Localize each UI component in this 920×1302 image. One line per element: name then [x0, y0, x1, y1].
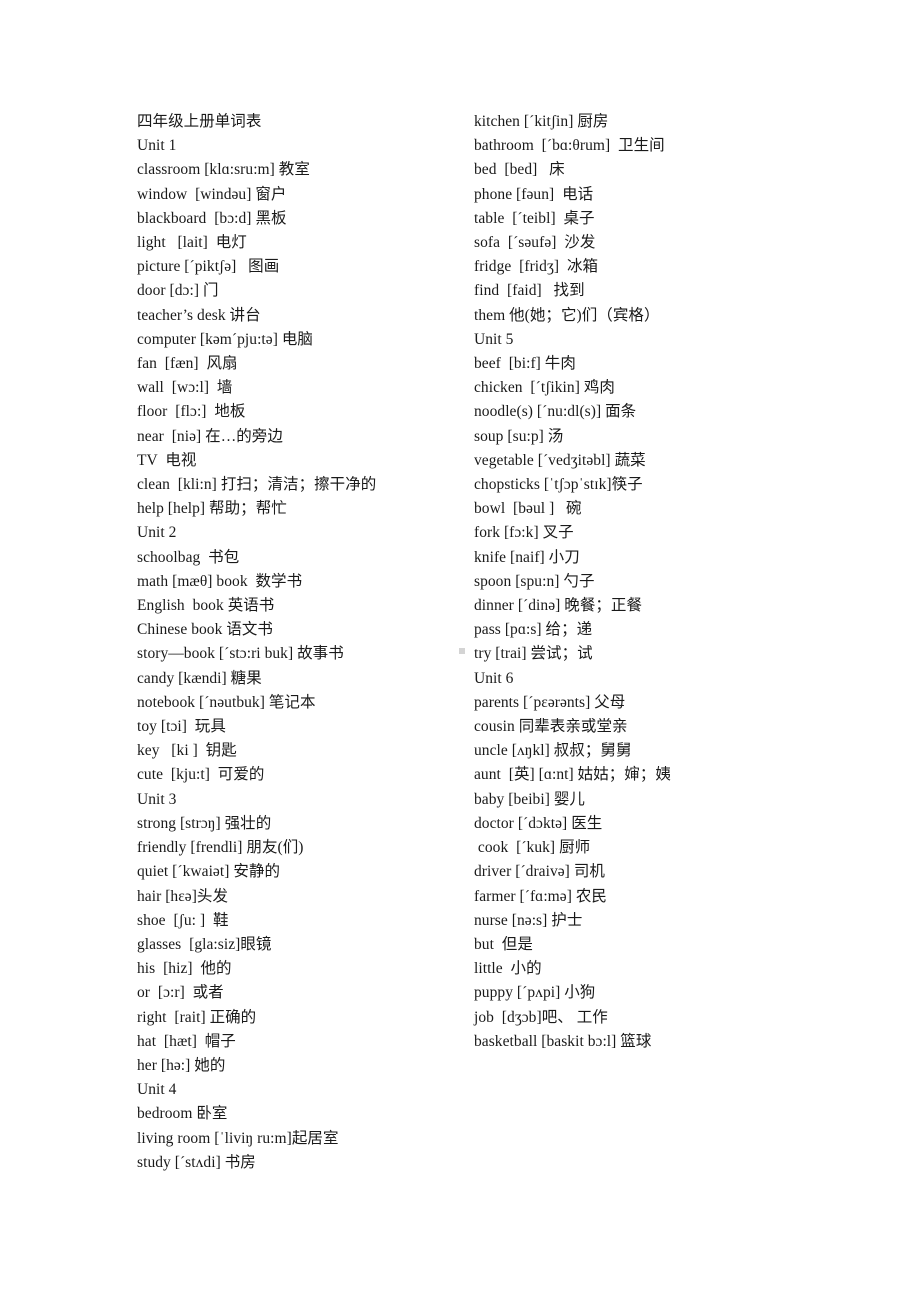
list-item: bedroom 卧室 — [137, 1105, 228, 1123]
list-item: schoolbag 书包 — [137, 548, 240, 566]
list-item: story—book [ˊstɔ:ri buk] 故事书 — [137, 645, 344, 663]
list-item: quiet [ˊkwaiət] 安静的 — [137, 863, 280, 881]
list-item: phone [fəun] 电话 — [474, 185, 594, 203]
list-item: glasses [gla:siz]眼镜 — [137, 935, 272, 953]
list-item: baby [beibi] 婴儿 — [474, 790, 585, 808]
list-item: window [windəu] 窗户 — [137, 185, 287, 203]
vocabulary-list-columns: 四年级上册单词表 Unit 1 classroom [klɑ:sru:m] 教室… — [137, 110, 837, 1175]
list-item: friendly [frendli] 朋友(们) — [137, 839, 304, 857]
list-item: kitchen [ˊkitʃin] 厨房 — [474, 113, 609, 130]
list-item: doctor [ˊdɔktə] 医生 — [474, 814, 603, 832]
list-item: cook [ˊkuk] 厨师 — [474, 839, 591, 857]
list-item: English book 英语书 — [137, 597, 275, 615]
list-item: key [ki ] 钥匙 — [137, 742, 237, 760]
list-item: sofa [ˊsəufə] 沙发 — [474, 234, 596, 252]
list-item: her [hə:] 她的 — [137, 1056, 226, 1074]
list-item: beef [bi:f] 牛肉 — [474, 355, 576, 373]
list-item: Unit 5 — [474, 330, 514, 348]
list-item: Unit 4 — [137, 1081, 177, 1099]
list-item: farmer [ˊfɑ:mə] 农民 — [474, 887, 607, 905]
list-item: his [hiz] 他的 — [137, 960, 232, 978]
list-item: right [rait] 正确的 — [137, 1008, 257, 1026]
list-item: parents [ˊpɛərənts] 父母 — [474, 693, 626, 711]
list-item: classroom [klɑ:sru:m] 教室 — [137, 161, 310, 179]
list-item: bed [bed] 床 — [474, 161, 565, 179]
list-item: try [trai] 尝试；试 — [474, 645, 593, 663]
list-item: wall [wɔ:l] 墙 — [137, 379, 233, 397]
list-item: soup [su:p] 汤 — [474, 427, 564, 445]
list-item: hair [hɛə]头发 — [137, 887, 229, 905]
list-item: puppy [ˊpʌpi] 小狗 — [474, 984, 596, 1002]
list-item: 四年级上册单词表 — [137, 113, 262, 130]
list-item: nurse [nə:s] 护士 — [474, 911, 583, 929]
list-item: spoon [spu:n] 勺子 — [474, 572, 595, 590]
right-column: kitchen [ˊkitʃin] 厨房 bathroom [ˊbɑ:θrum]… — [474, 110, 834, 1054]
list-item: blackboard [bɔ:d] 黑板 — [137, 209, 287, 227]
list-item: strong [strɔŋ] 强壮的 — [137, 814, 272, 832]
list-item: living room [ˈliviŋ ru:m]起居室 — [137, 1129, 339, 1147]
list-item: basketball [baskit bɔ:l] 篮球 — [474, 1032, 652, 1050]
list-item: Unit 6 — [474, 669, 514, 687]
list-item: them 他(她；它)们（宾格） — [474, 306, 660, 324]
list-item: light [lait] 电灯 — [137, 234, 247, 252]
list-item: cousin 同辈表亲或堂亲 — [474, 718, 628, 736]
list-item: find [faid] 找到 — [474, 282, 585, 300]
list-item: pass [pɑ:s] 给；递 — [474, 621, 593, 639]
list-item: near [niə] 在…的旁边 — [137, 427, 283, 445]
list-item: Unit 3 — [137, 790, 177, 808]
list-item: Chinese book 语文书 — [137, 621, 273, 639]
list-item: uncle [ʌŋkl] 叔叔；舅舅 — [474, 742, 632, 760]
list-item: floor [flɔ:] 地板 — [137, 403, 246, 421]
list-item: bowl [bəul ] 碗 — [474, 500, 582, 518]
page-artifact-speck — [459, 648, 465, 654]
list-item: chicken [ˊtʃikin] 鸡肉 — [474, 379, 615, 397]
list-item: knife [naif] 小刀 — [474, 548, 580, 566]
list-item: cute [kju:t] 可爱的 — [137, 766, 265, 784]
list-item: fork [fɔ:k] 叉子 — [474, 524, 574, 542]
list-item: fan [fæn] 风扇 — [137, 355, 238, 373]
list-item: job [dʒɔb]吧、 工作 — [474, 1008, 608, 1026]
list-item: computer [kəmˊpju:tə] 电脑 — [137, 330, 313, 348]
list-item: vegetable [ˊvedʒitəbl] 蔬菜 — [474, 451, 646, 469]
list-item: help [help] 帮助；帮忙 — [137, 500, 287, 518]
list-item: toy [tɔi] 玩具 — [137, 718, 226, 736]
list-item: teacher’s desk 讲台 — [137, 306, 261, 324]
list-item: picture [ˊpiktʃə] 图画 — [137, 258, 280, 276]
document-page: 四年级上册单词表 Unit 1 classroom [klɑ:sru:m] 教室… — [0, 0, 920, 1302]
list-item: clean [kli:n] 打扫；清洁；擦干净的 — [137, 476, 377, 494]
list-item: driver [ˊdraivə] 司机 — [474, 863, 605, 881]
list-item: candy [kændi] 糖果 — [137, 669, 262, 687]
list-item: study [ˊstʌdi] 书房 — [137, 1153, 256, 1171]
list-item: table [ˊteibl] 桌子 — [474, 209, 595, 227]
list-item: little 小的 — [474, 960, 542, 978]
list-item: dinner [ˊdinə] 晚餐；正餐 — [474, 597, 643, 615]
list-item: hat [hæt] 帽子 — [137, 1032, 236, 1050]
list-item: or [ɔ:r] 或者 — [137, 984, 224, 1002]
list-item: noodle(s) [ˊnu:dl(s)] 面条 — [474, 403, 637, 421]
list-item: fridge [fridʒ] 冰箱 — [474, 258, 599, 276]
list-item: Unit 1 — [137, 137, 177, 155]
list-item: TV 电视 — [137, 451, 197, 469]
list-item: notebook [ˊnəutbuk] 笔记本 — [137, 693, 316, 711]
left-column: 四年级上册单词表 Unit 1 classroom [klɑ:sru:m] 教室… — [137, 110, 474, 1175]
list-item: aunt [英] [ɑ:nt] 姑姑；婶；姨 — [474, 766, 671, 784]
list-item: math [mæθ] book 数学书 — [137, 572, 303, 590]
list-item: chopsticks [ˈtʃɔpˈstɪk]筷子 — [474, 476, 643, 494]
list-item: shoe [ʃu: ] 鞋 — [137, 911, 229, 929]
list-item: door [dɔ:] 门 — [137, 282, 219, 300]
list-item: bathroom [ˊbɑ:θrum] 卫生间 — [474, 137, 665, 155]
list-item: Unit 2 — [137, 524, 177, 542]
list-item: but 但是 — [474, 935, 533, 953]
